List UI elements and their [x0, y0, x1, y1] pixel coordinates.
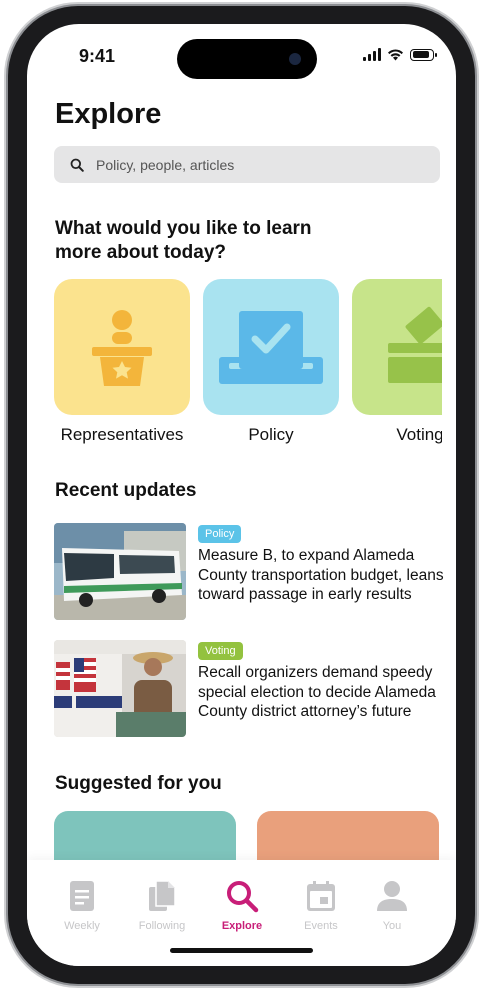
category-tile[interactable] — [352, 279, 442, 415]
tag-badge: Policy — [198, 525, 242, 543]
ballot-box-icon — [388, 306, 442, 383]
signal-icon — [363, 48, 381, 61]
news-thumbnail-voting — [54, 640, 186, 737]
tab-label: Weekly — [64, 920, 100, 932]
tab-label: You — [382, 920, 402, 932]
category-label: Policy — [248, 425, 294, 444]
tab-you[interactable]: You — [357, 878, 427, 932]
category-label: Voting — [396, 425, 442, 444]
category-voting[interactable]: Voting — [352, 279, 442, 445]
news-thumbnail-bus — [54, 523, 186, 620]
category-label: Representatives — [60, 425, 184, 444]
tab-label: Following — [138, 920, 186, 932]
status-time: 9:41 — [79, 46, 116, 66]
learn-heading: What would you like to learn more about … — [55, 217, 312, 265]
battery-icon — [410, 48, 437, 61]
learn-heading-line1: What would you like to learn — [55, 218, 312, 239]
camera-icon — [289, 53, 301, 65]
news-item[interactable]: Voting Recall organizers demand speedy s… — [54, 640, 444, 740]
search-icon — [70, 158, 84, 172]
category-tile[interactable] — [54, 279, 190, 415]
tag-badge: Voting — [198, 642, 243, 660]
tab-events[interactable]: Events — [286, 878, 356, 932]
learn-heading-line2: more about today? — [55, 242, 227, 263]
search-icon — [227, 881, 259, 913]
tab-weekly[interactable]: Weekly — [47, 878, 117, 932]
news-headline: Measure B, to expand Alameda County tran… — [198, 547, 444, 603]
phone-screen: 9:41 Explore What would you like to lear… — [27, 24, 456, 966]
wifi-icon — [388, 49, 403, 61]
calendar-icon — [307, 881, 335, 911]
news-headline: Recall organizers demand speedy special … — [198, 664, 436, 720]
news-item[interactable]: Policy Measure B, to expand Alameda Coun… — [54, 523, 444, 623]
search-input[interactable] — [94, 155, 398, 174]
power-button — [475, 300, 479, 400]
tab-following[interactable]: Following — [127, 878, 197, 932]
person-icon — [377, 881, 407, 911]
dynamic-island — [177, 39, 317, 79]
category-representatives[interactable]: Representatives — [54, 279, 190, 445]
suggested-heading: Suggested for you — [55, 773, 222, 794]
tab-label: Explore — [221, 920, 263, 932]
recent-updates-heading: Recent updates — [55, 480, 197, 501]
search-bar[interactable] — [54, 146, 440, 183]
tab-explore[interactable]: Explore — [207, 878, 277, 932]
checkbox-ballot-icon — [219, 311, 323, 384]
category-carousel[interactable]: Representatives Policy Voting — [54, 279, 442, 454]
copy-document-icon — [149, 880, 176, 911]
category-tile[interactable] — [203, 279, 339, 415]
tab-label: Events — [304, 920, 338, 932]
status-bar: 9:41 — [27, 24, 456, 84]
document-icon — [70, 881, 94, 911]
podium-icon — [92, 310, 152, 386]
home-indicator — [170, 948, 313, 953]
status-icons — [363, 48, 437, 61]
category-policy[interactable]: Policy — [203, 279, 339, 445]
page-title: Explore — [55, 98, 162, 130]
